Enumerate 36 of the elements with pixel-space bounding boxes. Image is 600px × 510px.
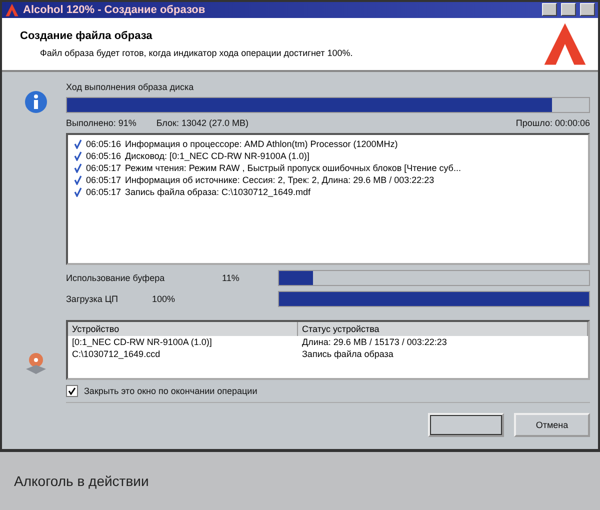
maximize-button[interactable] <box>561 3 576 16</box>
log-message: Дисковод: [0:1_NEC CD-RW NR-9100A (1.0)] <box>125 151 310 161</box>
log-time: 06:05:17 <box>86 187 122 197</box>
log-time: 06:05:16 <box>86 151 122 161</box>
column-header[interactable]: Статус устройства <box>298 322 588 336</box>
log-message: Информация об источнике: Сессия: 2, Трек: 2, Длина: 29.6 MB / 003:22:23 <box>125 175 434 185</box>
window-title: Alcohol 120% - Создание образов <box>23 4 206 16</box>
elapsed-text: Прошло: 00:00:06 <box>516 118 590 128</box>
header-title: Создание файла образа <box>20 30 154 42</box>
meter-reading: 100% <box>152 294 176 304</box>
table-cell-text: Запись файла образа <box>301 348 394 360</box>
log-message: Режим чтения: Режим RAW , Быстрый пропуск ошибочных блоков [Чтение суб... <box>125 163 461 173</box>
column-header[interactable]: Устройство <box>68 322 298 336</box>
caption-text: Алкоголь в действии <box>14 473 149 489</box>
log-time: 06:05:17 <box>86 175 122 185</box>
close-button[interactable] <box>580 3 595 16</box>
log-message: Запись файла образа: C:\1030712_1649.mdf <box>125 187 311 197</box>
table-cell-text: [0:1_NEC CD-RW NR-9100A (1.0)] <box>71 336 213 348</box>
logo-icon <box>5 2 19 17</box>
meter-label: Использование буфера <box>66 273 166 283</box>
cancel-button[interactable]: Отмена <box>514 413 590 437</box>
completed-text: Выполнено: 91% <box>66 118 136 128</box>
header-subtitle: Файл образа будет готов, когда индикатор хода операции достигнет 100%. <box>39 48 354 58</box>
meter-label: Загрузка ЦП <box>66 294 120 304</box>
table-cell-text: C:\1030712_1649.ccd <box>71 348 162 360</box>
info-icon <box>24 90 48 114</box>
block-text: Блок: 13042 (27.0 MB) <box>156 118 250 128</box>
checkbox-label: Закрыть это окно по окончании операции <box>84 386 258 396</box>
progress-label: Ход выполнения образа диска <box>66 82 195 92</box>
table-cell-text: Длина: 29.6 MB / 15173 / 003:22:23 <box>301 336 448 348</box>
log-time: 06:05:16 <box>86 139 122 149</box>
log-time: 06:05:17 <box>86 163 122 173</box>
log-message: Информация о процессоре: AMD Athlon(tm) Processor (1200MHz) <box>125 139 398 149</box>
close-checkbox[interactable] <box>66 385 78 397</box>
minimize-button[interactable] <box>542 3 557 16</box>
meter-reading: 11% <box>222 273 240 283</box>
